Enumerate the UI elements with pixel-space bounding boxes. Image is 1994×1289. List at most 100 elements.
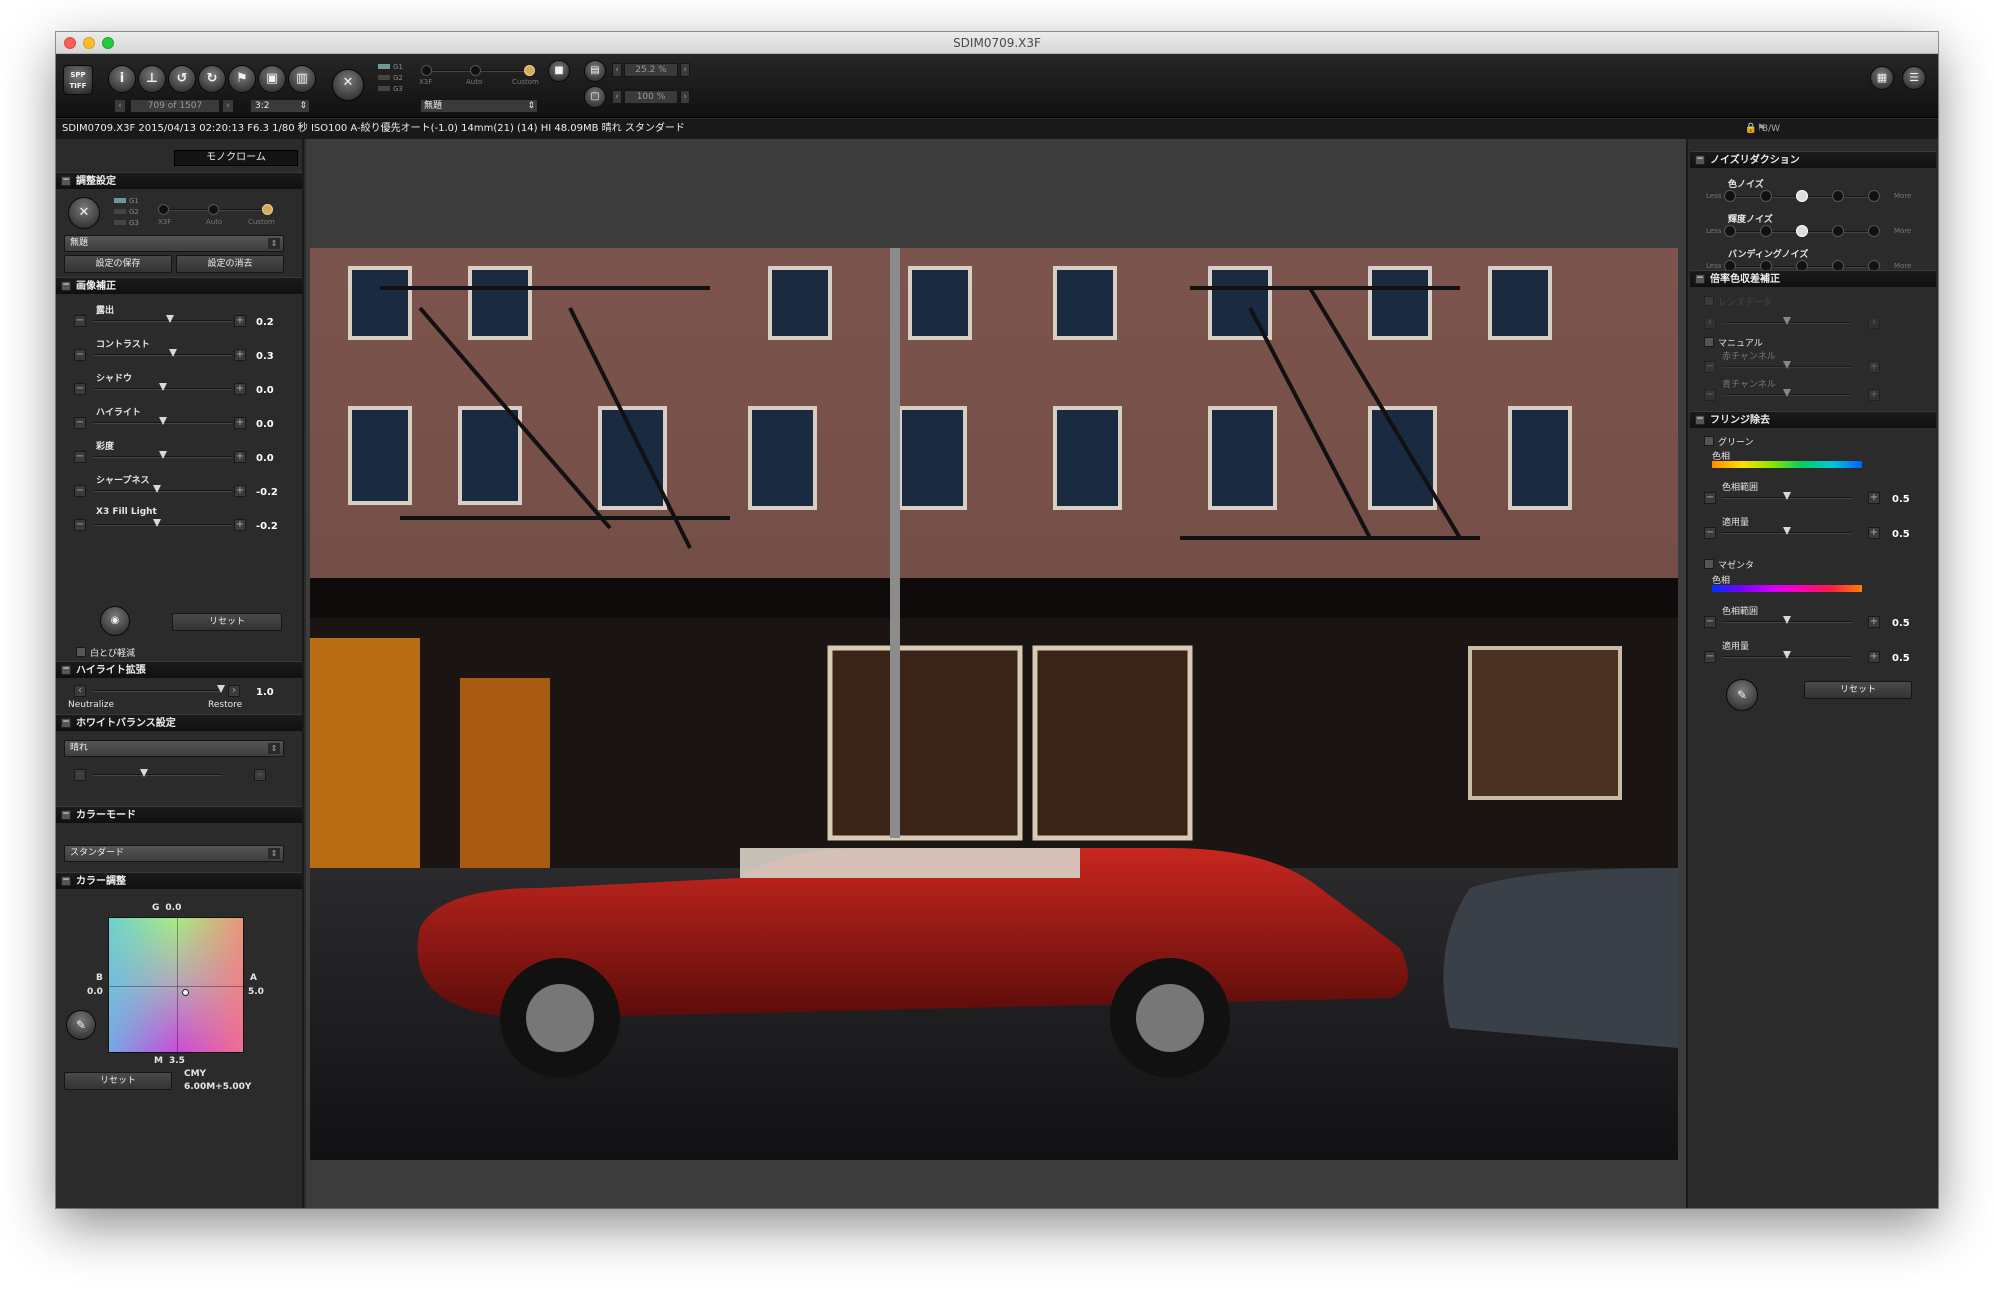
preset-dot-custom[interactable] — [524, 65, 535, 76]
fringe-magenta-checkbox[interactable] — [1704, 559, 1714, 569]
wb-increase[interactable]: + — [254, 769, 266, 781]
fringe-reset-button[interactable]: リセット — [1804, 681, 1912, 699]
flag-icon[interactable]: ⚑ — [228, 65, 256, 93]
stop-icon[interactable]: ■ — [548, 60, 570, 82]
zoom1-decrease[interactable]: ‹ — [612, 63, 622, 77]
slider-increase-button[interactable]: + — [234, 349, 246, 361]
minimize-window-button[interactable] — [83, 37, 95, 49]
ca-auto-increase[interactable]: › — [1868, 317, 1880, 329]
noise-level-dot[interactable] — [1724, 225, 1736, 237]
slider-decrease-button[interactable]: − — [74, 349, 86, 361]
slider-decrease-button[interactable]: − — [74, 519, 86, 531]
slider-thumb[interactable] — [159, 451, 167, 459]
preview-canvas[interactable] — [306, 139, 1686, 1208]
blowout-checkbox[interactable] — [76, 647, 86, 657]
fringe-green-hue-bar[interactable] — [1712, 461, 1862, 468]
noise-level-dot[interactable] — [1868, 190, 1880, 202]
section-noise-reduction[interactable]: − ノイズリダクション — [1690, 151, 1936, 168]
close-window-button[interactable] — [64, 37, 76, 49]
noise-level-dot[interactable] — [1868, 225, 1880, 237]
noise-level-dot[interactable] — [1832, 225, 1844, 237]
slider-increase-button[interactable]: + — [234, 315, 246, 327]
fringe-green-amount-thumb[interactable] — [1783, 527, 1791, 535]
adjust-preset-select[interactable]: 無題 ⇕ — [64, 235, 284, 252]
color-adjust-grid[interactable] — [108, 917, 245, 1054]
fringe-green-range-decrease[interactable]: − — [1704, 492, 1716, 504]
prev-image-button[interactable]: ‹ — [114, 99, 126, 113]
fringe-magenta-amount-decrease[interactable]: − — [1704, 651, 1716, 663]
section-image-correction[interactable]: − 画像補正 — [56, 277, 302, 294]
noise-level-dot[interactable] — [1832, 190, 1844, 202]
slider-increase-button[interactable]: + — [234, 451, 246, 463]
save-tiff-button[interactable]: SPP TIFF — [63, 65, 93, 95]
adjust-dot-x3f[interactable] — [158, 204, 169, 215]
wb-thumb[interactable] — [140, 769, 148, 777]
wb-slider[interactable] — [92, 774, 222, 776]
slider-thumb[interactable] — [153, 485, 161, 493]
fringe-magenta-amount-thumb[interactable] — [1783, 651, 1791, 659]
slider-track[interactable] — [94, 524, 232, 526]
ca-auto-decrease[interactable]: ‹ — [1704, 317, 1716, 329]
slider-decrease-button[interactable]: − — [74, 451, 86, 463]
slider-thumb[interactable] — [166, 315, 174, 323]
slider-increase-button[interactable]: + — [234, 519, 246, 531]
slider-track[interactable] — [94, 320, 232, 322]
highlight-increase[interactable]: › — [228, 685, 240, 697]
fringe-green-range-thumb[interactable] — [1783, 492, 1791, 500]
preset-dot-x3f[interactable] — [421, 65, 432, 76]
fringe-green-amount-decrease[interactable]: − — [1704, 527, 1716, 539]
slider-thumb[interactable] — [169, 349, 177, 357]
ca-blue-decrease[interactable]: − — [1704, 389, 1716, 401]
slider-decrease-button[interactable]: − — [74, 485, 86, 497]
wb-select[interactable]: 晴れ ⇕ — [64, 740, 284, 757]
color-adjust-reset-button[interactable]: リセット — [64, 1072, 172, 1090]
ca-red-thumb[interactable] — [1783, 361, 1791, 369]
ca-blue-thumb[interactable] — [1783, 389, 1791, 397]
info-icon[interactable]: i — [108, 65, 136, 93]
rotate-right-icon[interactable]: ↻ — [198, 65, 226, 93]
fringe-green-range-increase[interactable]: + — [1868, 492, 1880, 504]
fringe-magenta-range-thumb[interactable] — [1783, 616, 1791, 624]
zoom-window-button[interactable] — [102, 37, 114, 49]
fringe-eyedropper-icon[interactable]: ✎ — [1726, 679, 1758, 711]
section-chromatic-aberration[interactable]: − 倍率色収差補正 — [1690, 270, 1936, 287]
view-icon[interactable]: ▤ — [584, 60, 606, 82]
section-highlight[interactable]: − ハイライト拡張 — [56, 661, 302, 678]
noise-level-dot[interactable] — [1796, 225, 1808, 237]
slider-thumb[interactable] — [159, 383, 167, 391]
lock-icon[interactable]: ▣ — [258, 65, 286, 93]
slider-increase-button[interactable]: + — [234, 383, 246, 395]
slider-thumb[interactable] — [159, 417, 167, 425]
fringe-magenta-range-increase[interactable]: + — [1868, 616, 1880, 628]
fringe-green-checkbox[interactable] — [1704, 436, 1714, 446]
slider-thumb[interactable] — [153, 519, 161, 527]
slider-decrease-button[interactable]: − — [74, 383, 86, 395]
eyedropper-icon[interactable]: ✎ — [66, 1010, 96, 1040]
ca-blue-increase[interactable]: + — [1868, 389, 1880, 401]
adjust-dot-auto[interactable] — [208, 204, 219, 215]
slider-decrease-button[interactable]: − — [74, 417, 86, 429]
stamp-icon[interactable]: ⊥ — [138, 65, 166, 93]
image-icon[interactable]: ▦ — [1870, 66, 1894, 90]
fringe-magenta-hue-bar[interactable] — [1712, 585, 1862, 592]
slider-decrease-button[interactable]: − — [74, 315, 86, 327]
aspect-ratio-select[interactable]: 3:2 ⇕ — [250, 99, 310, 113]
fringe-green-amount-increase[interactable]: + — [1868, 527, 1880, 539]
zoom2-increase[interactable]: › — [680, 90, 690, 104]
slider-track[interactable] — [94, 490, 232, 492]
wb-decrease[interactable]: − — [74, 769, 86, 781]
preview-photo[interactable] — [310, 248, 1678, 1160]
fringe-magenta-range-decrease[interactable]: − — [1704, 616, 1716, 628]
noise-level-dot[interactable] — [1796, 190, 1808, 202]
section-white-balance[interactable]: − ホワイトバランス設定 — [56, 714, 302, 731]
preset-select[interactable]: 無題 ⇕ — [420, 99, 538, 113]
slider-track[interactable] — [94, 354, 232, 356]
rotate-left-icon[interactable]: ↺ — [168, 65, 196, 93]
ca-red-increase[interactable]: + — [1868, 361, 1880, 373]
color-picker-icon[interactable]: ◉ — [100, 606, 130, 636]
fringe-magenta-amount-increase[interactable]: + — [1868, 651, 1880, 663]
color-mode-select[interactable]: スタンダード ⇕ — [64, 845, 284, 862]
zoom2-decrease[interactable]: ‹ — [612, 90, 622, 104]
slider-increase-button[interactable]: + — [234, 485, 246, 497]
slider-increase-button[interactable]: + — [234, 417, 246, 429]
